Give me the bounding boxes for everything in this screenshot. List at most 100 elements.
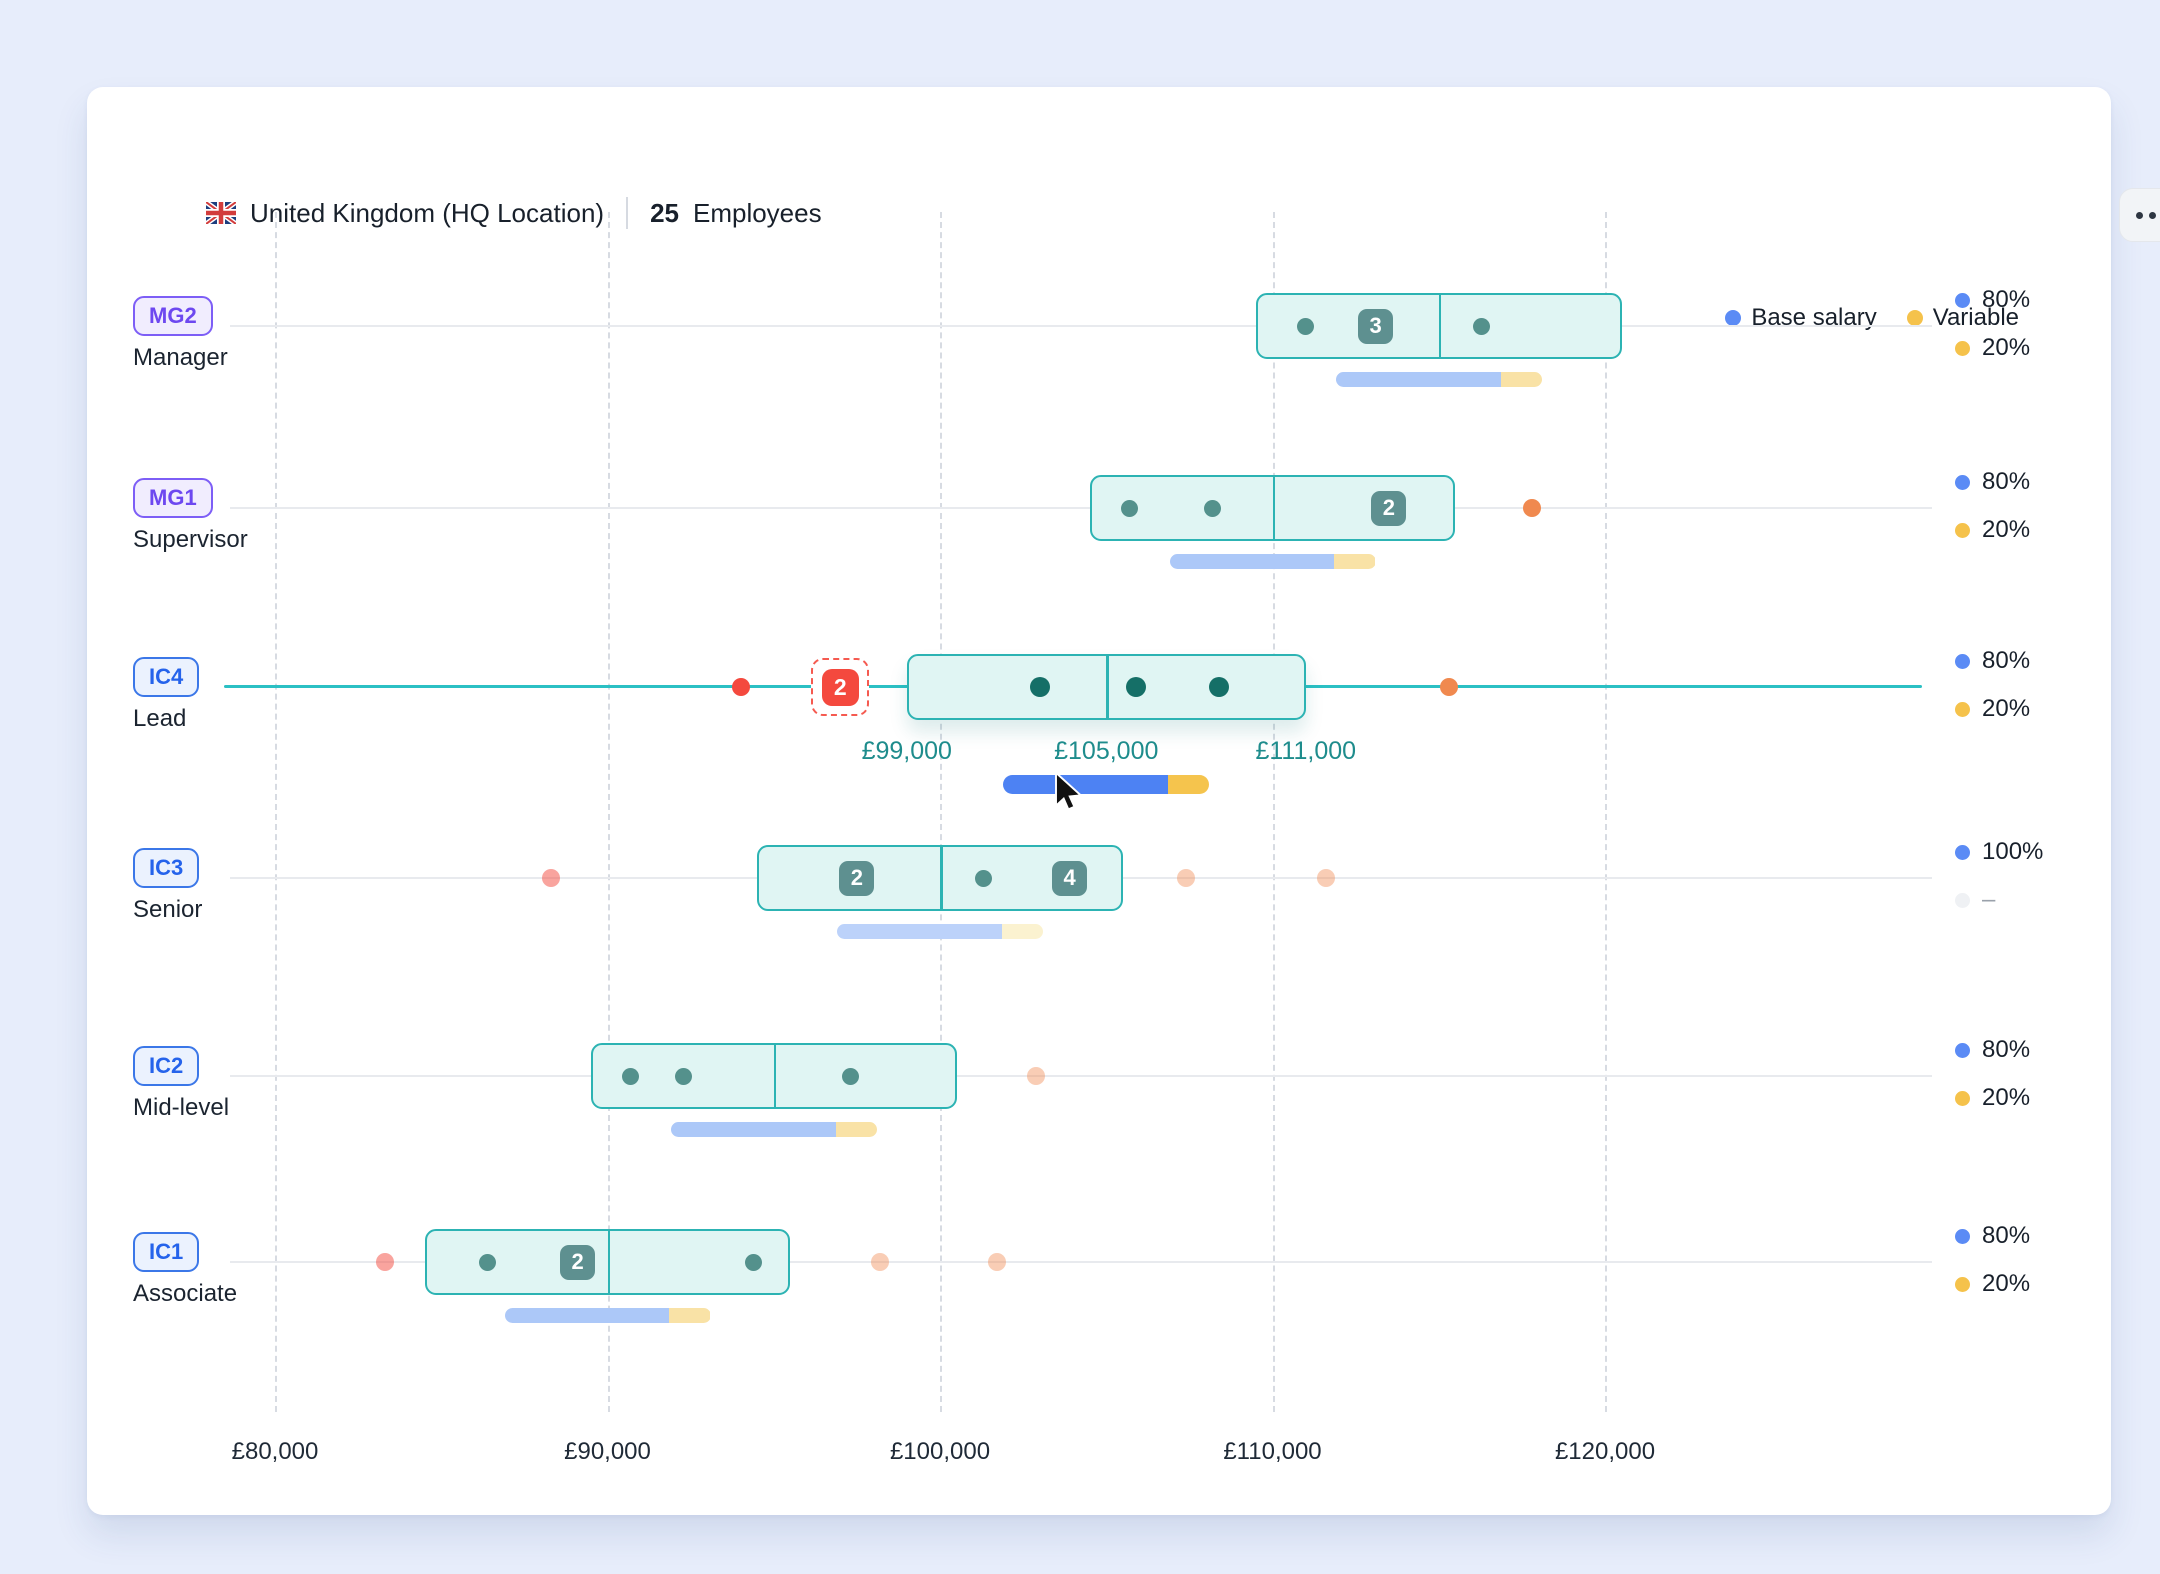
employee-cluster-badge[interactable]: 2	[560, 1245, 595, 1280]
pay-mix-stat: 80%	[1955, 1036, 2030, 1064]
outlier-dot[interactable]	[1317, 869, 1335, 887]
stat-dot-icon	[1955, 475, 1970, 490]
row-label-ic2: IC2Mid-level	[133, 1046, 393, 1122]
outlier-dot[interactable]	[1027, 1067, 1045, 1085]
band-midline	[774, 1045, 777, 1107]
x-gridline	[1273, 212, 1275, 1412]
x-gridline	[1605, 212, 1607, 1412]
mouse-cursor	[1047, 770, 1087, 814]
band-value-label-min: £99,000	[862, 737, 952, 766]
stat-label: 20%	[1982, 1084, 2030, 1112]
pay-mix-stat: 80%	[1955, 286, 2030, 314]
stat-label: 20%	[1982, 516, 2030, 544]
band-midline	[608, 1231, 611, 1293]
pay-mix-base-segment	[505, 1308, 670, 1323]
pay-mix-base-segment	[1170, 554, 1335, 569]
x-axis-tick-label: £100,000	[890, 1438, 990, 1466]
x-gridline	[940, 212, 942, 1412]
band-midline	[1273, 477, 1276, 539]
employee-cluster-badge[interactable]: 4	[1052, 861, 1087, 896]
row-label-ic4: IC4Lead	[133, 657, 393, 733]
stat-dot-icon	[1955, 1277, 1970, 1292]
stat-label: 80%	[1982, 1222, 2030, 1250]
role-label: Supervisor	[133, 526, 393, 554]
outlier-dot[interactable]	[988, 1253, 1006, 1271]
employee-cluster-badge[interactable]: 2	[839, 861, 874, 896]
stat-dot-icon	[1955, 654, 1970, 669]
salary-band-box-ic4[interactable]	[907, 654, 1306, 720]
outlier-dot[interactable]	[1177, 869, 1195, 887]
pay-mix-stat: 80%	[1955, 1222, 2030, 1250]
band-value-label-mid: £105,000	[1054, 737, 1158, 766]
pay-mix-stat: 20%	[1955, 516, 2030, 544]
pay-mix-stat: 80%	[1955, 468, 2030, 496]
x-axis-tick-label: £110,000	[1223, 1438, 1321, 1466]
stat-dot-icon	[1955, 1043, 1970, 1058]
stat-dot-icon	[1955, 1091, 1970, 1106]
pay-mix-variable-segment	[1334, 554, 1375, 569]
employee-dot[interactable]	[1030, 677, 1050, 697]
employee-dot[interactable]	[1121, 500, 1138, 517]
row-label-ic1: IC1 Associate	[133, 1232, 393, 1308]
outlier-dot[interactable]	[1523, 499, 1541, 517]
x-axis-tick-label: £80,000	[232, 1438, 319, 1466]
band-midline	[940, 847, 943, 909]
employee-cluster-badge[interactable]: 2	[1371, 491, 1406, 526]
pay-mix-bar[interactable]	[1336, 372, 1542, 387]
pay-mix-variable-segment	[1168, 775, 1209, 794]
stat-label: –	[1982, 886, 1995, 914]
employee-dot[interactable]	[1204, 500, 1221, 517]
stat-label: 20%	[1982, 1270, 2030, 1298]
outlier-dot[interactable]	[542, 869, 560, 887]
pay-mix-base-segment	[1336, 372, 1501, 387]
level-badge-ic2: IC2	[133, 1046, 199, 1086]
stat-dot-icon	[1955, 293, 1970, 308]
stat-dot-icon	[1955, 702, 1970, 717]
outlier-dot[interactable]	[732, 678, 750, 696]
outlier-dot[interactable]	[376, 1253, 394, 1271]
band-value-label-max: £111,000	[1255, 737, 1356, 766]
role-label: Senior	[133, 896, 393, 924]
pay-mix-bar[interactable]	[1003, 775, 1209, 794]
stat-dot-icon	[1955, 341, 1970, 356]
outlier-cluster-badge[interactable]: 2	[822, 669, 859, 706]
stat-label: 80%	[1982, 647, 2030, 675]
outlier-dot[interactable]	[871, 1253, 889, 1271]
pay-mix-stat: –	[1955, 886, 1995, 914]
muted-dot-icon	[1955, 893, 1970, 908]
employee-dot[interactable]	[975, 870, 992, 887]
employee-dot[interactable]	[622, 1068, 639, 1085]
employee-dot[interactable]	[842, 1068, 859, 1085]
row-axis-line	[230, 1075, 1932, 1077]
row-label-mg2: MG2Manager	[133, 296, 393, 372]
pay-mix-stat: 100%	[1955, 838, 2043, 866]
level-badge-mg2: MG2	[133, 296, 213, 336]
role-label: Associate	[133, 1280, 393, 1308]
stat-label: 80%	[1982, 468, 2030, 496]
pay-mix-base-segment	[837, 924, 1002, 939]
employee-dot[interactable]	[745, 1254, 762, 1271]
pay-mix-stat: 20%	[1955, 1084, 2030, 1112]
pay-mix-variable-segment	[1501, 372, 1542, 387]
pay-mix-bar[interactable]	[671, 1122, 877, 1137]
pay-mix-bar[interactable]	[1170, 554, 1376, 569]
pay-mix-stat: 20%	[1955, 695, 2030, 723]
pay-mix-base-segment	[671, 1122, 836, 1137]
level-badge-ic1: IC1	[133, 1232, 199, 1272]
employee-cluster-badge[interactable]: 3	[1358, 309, 1393, 344]
outlier-dot[interactable]	[1440, 678, 1458, 696]
level-badge-ic4: IC4	[133, 657, 199, 697]
pay-mix-variable-segment	[836, 1122, 877, 1137]
pay-mix-bar[interactable]	[505, 1308, 711, 1323]
employee-dot[interactable]	[1297, 318, 1314, 335]
employee-dot[interactable]	[479, 1254, 496, 1271]
level-badge-ic3: IC3	[133, 848, 199, 888]
employee-dot[interactable]	[675, 1068, 692, 1085]
row-label-mg1: MG1Supervisor	[133, 478, 393, 554]
salary-band-box-ic2[interactable]	[591, 1043, 957, 1109]
employee-dot[interactable]	[1473, 318, 1490, 335]
stat-label: 80%	[1982, 286, 2030, 314]
pay-mix-stat: 20%	[1955, 334, 2030, 362]
row-axis-line	[230, 507, 1932, 509]
pay-mix-bar[interactable]	[837, 924, 1043, 939]
